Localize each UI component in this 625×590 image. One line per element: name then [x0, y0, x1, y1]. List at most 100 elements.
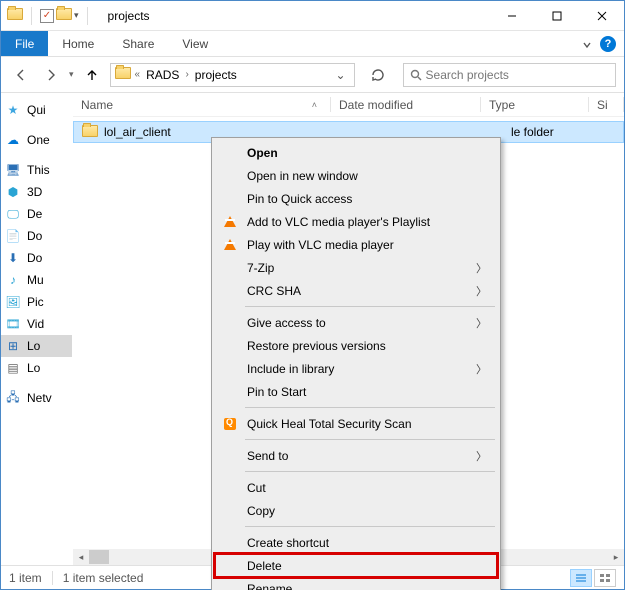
- cloud-icon: ☁: [5, 132, 21, 148]
- quick-access-toolbar: ✓ ▾: [1, 7, 100, 25]
- menu-cut[interactable]: Cut: [215, 476, 497, 499]
- col-name[interactable]: Name˄: [73, 93, 331, 116]
- context-menu: Open Open in new window Pin to Quick acc…: [211, 137, 501, 590]
- menu-quickheal[interactable]: Quick Heal Total Security Scan: [215, 412, 497, 435]
- ribbon-tabs: File Home Share View ?: [1, 31, 624, 57]
- share-tab[interactable]: Share: [108, 31, 168, 56]
- search-input[interactable]: Search projects: [403, 63, 616, 87]
- cube-icon: ⬢: [5, 184, 21, 200]
- menu-restore[interactable]: Restore previous versions: [215, 334, 497, 357]
- menu-vlc-play[interactable]: Play with VLC media player: [215, 233, 497, 256]
- breadcrumb[interactable]: projects: [193, 68, 239, 82]
- menu-separator: [245, 306, 495, 307]
- scroll-right-icon[interactable]: ▸: [608, 549, 624, 565]
- col-size[interactable]: Si: [589, 93, 624, 116]
- menu-separator: [245, 407, 495, 408]
- chevron-right-icon: 〉: [476, 283, 487, 299]
- sidebar-item-pictures[interactable]: 🖼Pic: [1, 291, 72, 313]
- menu-send-to[interactable]: Send to〉: [215, 444, 497, 467]
- maximize-button[interactable]: [534, 1, 579, 30]
- item-count: 1 item: [9, 571, 42, 585]
- vlc-icon: [224, 239, 236, 250]
- ribbon-expand-icon[interactable]: [582, 39, 592, 49]
- music-icon: ♪: [5, 272, 21, 288]
- download-icon: ⬇: [5, 250, 21, 266]
- folder-icon: [56, 8, 72, 23]
- sidebar-item-music[interactable]: ♪Mu: [1, 269, 72, 291]
- drive-icon: ⊞: [5, 338, 21, 354]
- address-bar[interactable]: « RADS › projects ⌄: [110, 63, 355, 87]
- menu-copy[interactable]: Copy: [215, 499, 497, 522]
- desktop-icon: 🖵: [5, 206, 21, 222]
- home-tab[interactable]: Home: [48, 31, 108, 56]
- file-type: le folder: [511, 125, 554, 139]
- scroll-thumb[interactable]: [89, 550, 109, 564]
- pc-icon: 🖥: [5, 162, 21, 178]
- window-title: projects: [108, 9, 150, 23]
- col-type[interactable]: Type: [481, 93, 589, 116]
- chevron-right-icon: 〉: [476, 448, 487, 464]
- thumbnails-view-button[interactable]: [594, 569, 616, 587]
- sidebar-item-desktop[interactable]: 🖵De: [1, 203, 72, 225]
- minimize-button[interactable]: [489, 1, 534, 30]
- nav-pane: ★Qui ☁One 🖥This ⬢3D 🖵De 📄Do ⬇Do ♪Mu 🖼Pic…: [1, 93, 73, 565]
- folder-icon: [115, 67, 131, 82]
- scroll-left-icon[interactable]: ◂: [73, 549, 89, 565]
- back-button[interactable]: [9, 63, 33, 87]
- close-button[interactable]: [579, 1, 624, 30]
- video-icon: 🎞: [5, 316, 21, 332]
- sidebar-item-3d[interactable]: ⬢3D: [1, 181, 72, 203]
- up-button[interactable]: [80, 63, 104, 87]
- menu-include-library[interactable]: Include in library〉: [215, 357, 497, 380]
- sidebar-item-documents[interactable]: 📄Do: [1, 225, 72, 247]
- grid-icon: [599, 573, 611, 583]
- vlc-icon: [224, 216, 236, 227]
- details-icon: [575, 573, 587, 583]
- explorer-window: ✓ ▾ projects File Home Share View ? ▾ «: [0, 0, 625, 590]
- menu-give-access[interactable]: Give access to〉: [215, 311, 497, 334]
- nav-bar: ▾ « RADS › projects ⌄ Search projects: [1, 57, 624, 93]
- menu-rename[interactable]: Rename: [215, 577, 497, 590]
- menu-separator: [245, 471, 495, 472]
- menu-pin-quick[interactable]: Pin to Quick access: [215, 187, 497, 210]
- sidebar-item-thispc[interactable]: 🖥This: [1, 159, 72, 181]
- sidebar-item-videos[interactable]: 🎞Vid: [1, 313, 72, 335]
- menu-vlc-add[interactable]: Add to VLC media player's Playlist: [215, 210, 497, 233]
- menu-7zip[interactable]: 7-Zip〉: [215, 256, 497, 279]
- details-view-button[interactable]: [570, 569, 592, 587]
- star-icon: ★: [5, 102, 21, 118]
- menu-open[interactable]: Open: [215, 141, 497, 164]
- picture-icon: 🖼: [5, 294, 21, 310]
- chevron-right-icon: 〉: [476, 361, 487, 377]
- file-tab[interactable]: File: [1, 31, 48, 56]
- help-button[interactable]: ?: [600, 36, 616, 52]
- forward-button[interactable]: [39, 63, 63, 87]
- column-headers: Name˄ Date modified Type Si: [73, 93, 624, 117]
- menu-pin-start[interactable]: Pin to Start: [215, 380, 497, 403]
- breadcrumb[interactable]: RADS: [144, 68, 181, 82]
- menu-crc[interactable]: CRC SHA〉: [215, 279, 497, 302]
- quickheal-icon: [224, 418, 236, 430]
- history-dropdown-icon[interactable]: ▾: [69, 69, 74, 80]
- sidebar-item-local1[interactable]: ⊞Lo: [1, 335, 72, 357]
- folder-icon: [82, 125, 98, 140]
- view-tab[interactable]: View: [168, 31, 222, 56]
- sidebar-item-network[interactable]: 🖧Netv: [1, 387, 72, 409]
- menu-create-shortcut[interactable]: Create shortcut: [215, 531, 497, 554]
- menu-open-new-window[interactable]: Open in new window: [215, 164, 497, 187]
- sidebar-item-downloads[interactable]: ⬇Do: [1, 247, 72, 269]
- menu-delete[interactable]: Delete: [215, 554, 497, 577]
- sort-asc-icon: ˄: [312, 100, 323, 110]
- sidebar-item-onedrive[interactable]: ☁One: [1, 129, 72, 151]
- titlebar: ✓ ▾ projects: [1, 1, 624, 31]
- col-date[interactable]: Date modified: [331, 93, 481, 116]
- file-name: lol_air_client: [104, 125, 171, 139]
- refresh-button[interactable]: [365, 63, 391, 87]
- qat-dropdown-icon[interactable]: ▾: [74, 10, 79, 21]
- sidebar-item-local2[interactable]: ▤Lo: [1, 357, 72, 379]
- selection-count: 1 item selected: [63, 571, 144, 585]
- properties-qat-icon[interactable]: ✓: [40, 9, 54, 23]
- chevron-right-icon: 〉: [476, 315, 487, 331]
- address-dropdown-icon[interactable]: ⌄: [332, 68, 350, 82]
- sidebar-item-quick[interactable]: ★Qui: [1, 99, 72, 121]
